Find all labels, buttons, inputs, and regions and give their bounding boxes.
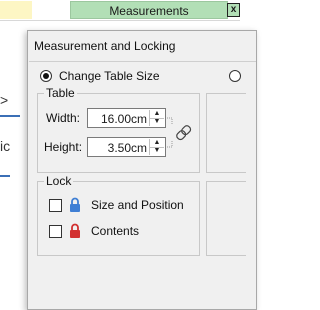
background-stub-chevron: > xyxy=(0,92,9,108)
right-option-radio[interactable] xyxy=(229,70,241,82)
chain-link-icon[interactable] xyxy=(166,116,198,150)
height-value[interactable]: 3.50cm xyxy=(108,141,147,155)
background-stub-blue-line xyxy=(0,115,20,117)
size-position-checkbox[interactable] xyxy=(49,199,62,212)
height-label: Height: xyxy=(44,140,83,154)
top-strip: Measurements x xyxy=(0,0,240,22)
size-position-label[interactable]: Size and Position xyxy=(91,198,184,212)
width-value[interactable]: 16.00cm xyxy=(101,112,147,126)
change-table-size-radio[interactable] xyxy=(40,70,52,82)
change-table-size-label[interactable]: Change Table Size xyxy=(59,69,160,83)
lock-blue-icon xyxy=(70,197,80,212)
width-spin-arrows[interactable]: ▲ ▼ xyxy=(149,110,164,126)
table-group-title: Table xyxy=(44,86,77,100)
measurements-tab[interactable]: Measurements xyxy=(70,1,228,19)
measurements-tab-label: Measurements xyxy=(109,4,189,18)
right-group-bottom xyxy=(206,181,246,256)
contents-label[interactable]: Contents xyxy=(91,224,139,238)
yellow-accent-cell xyxy=(0,1,32,19)
background-stub-blue-line-2 xyxy=(0,175,10,177)
right-group-top xyxy=(206,93,246,173)
height-spinbox[interactable]: 3.50cm ▲ ▼ xyxy=(87,137,166,157)
background-stub-text: ic xyxy=(0,138,11,154)
top-separator xyxy=(0,20,240,21)
height-down-arrow-icon[interactable]: ▼ xyxy=(150,147,164,155)
table-group: Table Width: 16.00cm ▲ ▼ Height: 3.50cm … xyxy=(37,86,200,173)
height-spin-arrows[interactable]: ▲ ▼ xyxy=(149,139,164,155)
title-separator xyxy=(29,61,256,62)
lock-group-title: Lock xyxy=(44,174,74,188)
lock-group: Lock Size and Position Contents xyxy=(37,174,200,256)
close-icon[interactable]: x xyxy=(227,3,240,17)
contents-checkbox[interactable] xyxy=(49,225,62,238)
width-label: Width: xyxy=(46,111,81,125)
measurement-locking-dialog: Measurement and Locking Change Table Siz… xyxy=(27,30,257,310)
dialog-title: Measurement and Locking xyxy=(34,39,176,53)
width-down-arrow-icon[interactable]: ▼ xyxy=(150,118,164,126)
lock-red-icon xyxy=(70,223,80,238)
width-spinbox[interactable]: 16.00cm ▲ ▼ xyxy=(87,108,166,128)
